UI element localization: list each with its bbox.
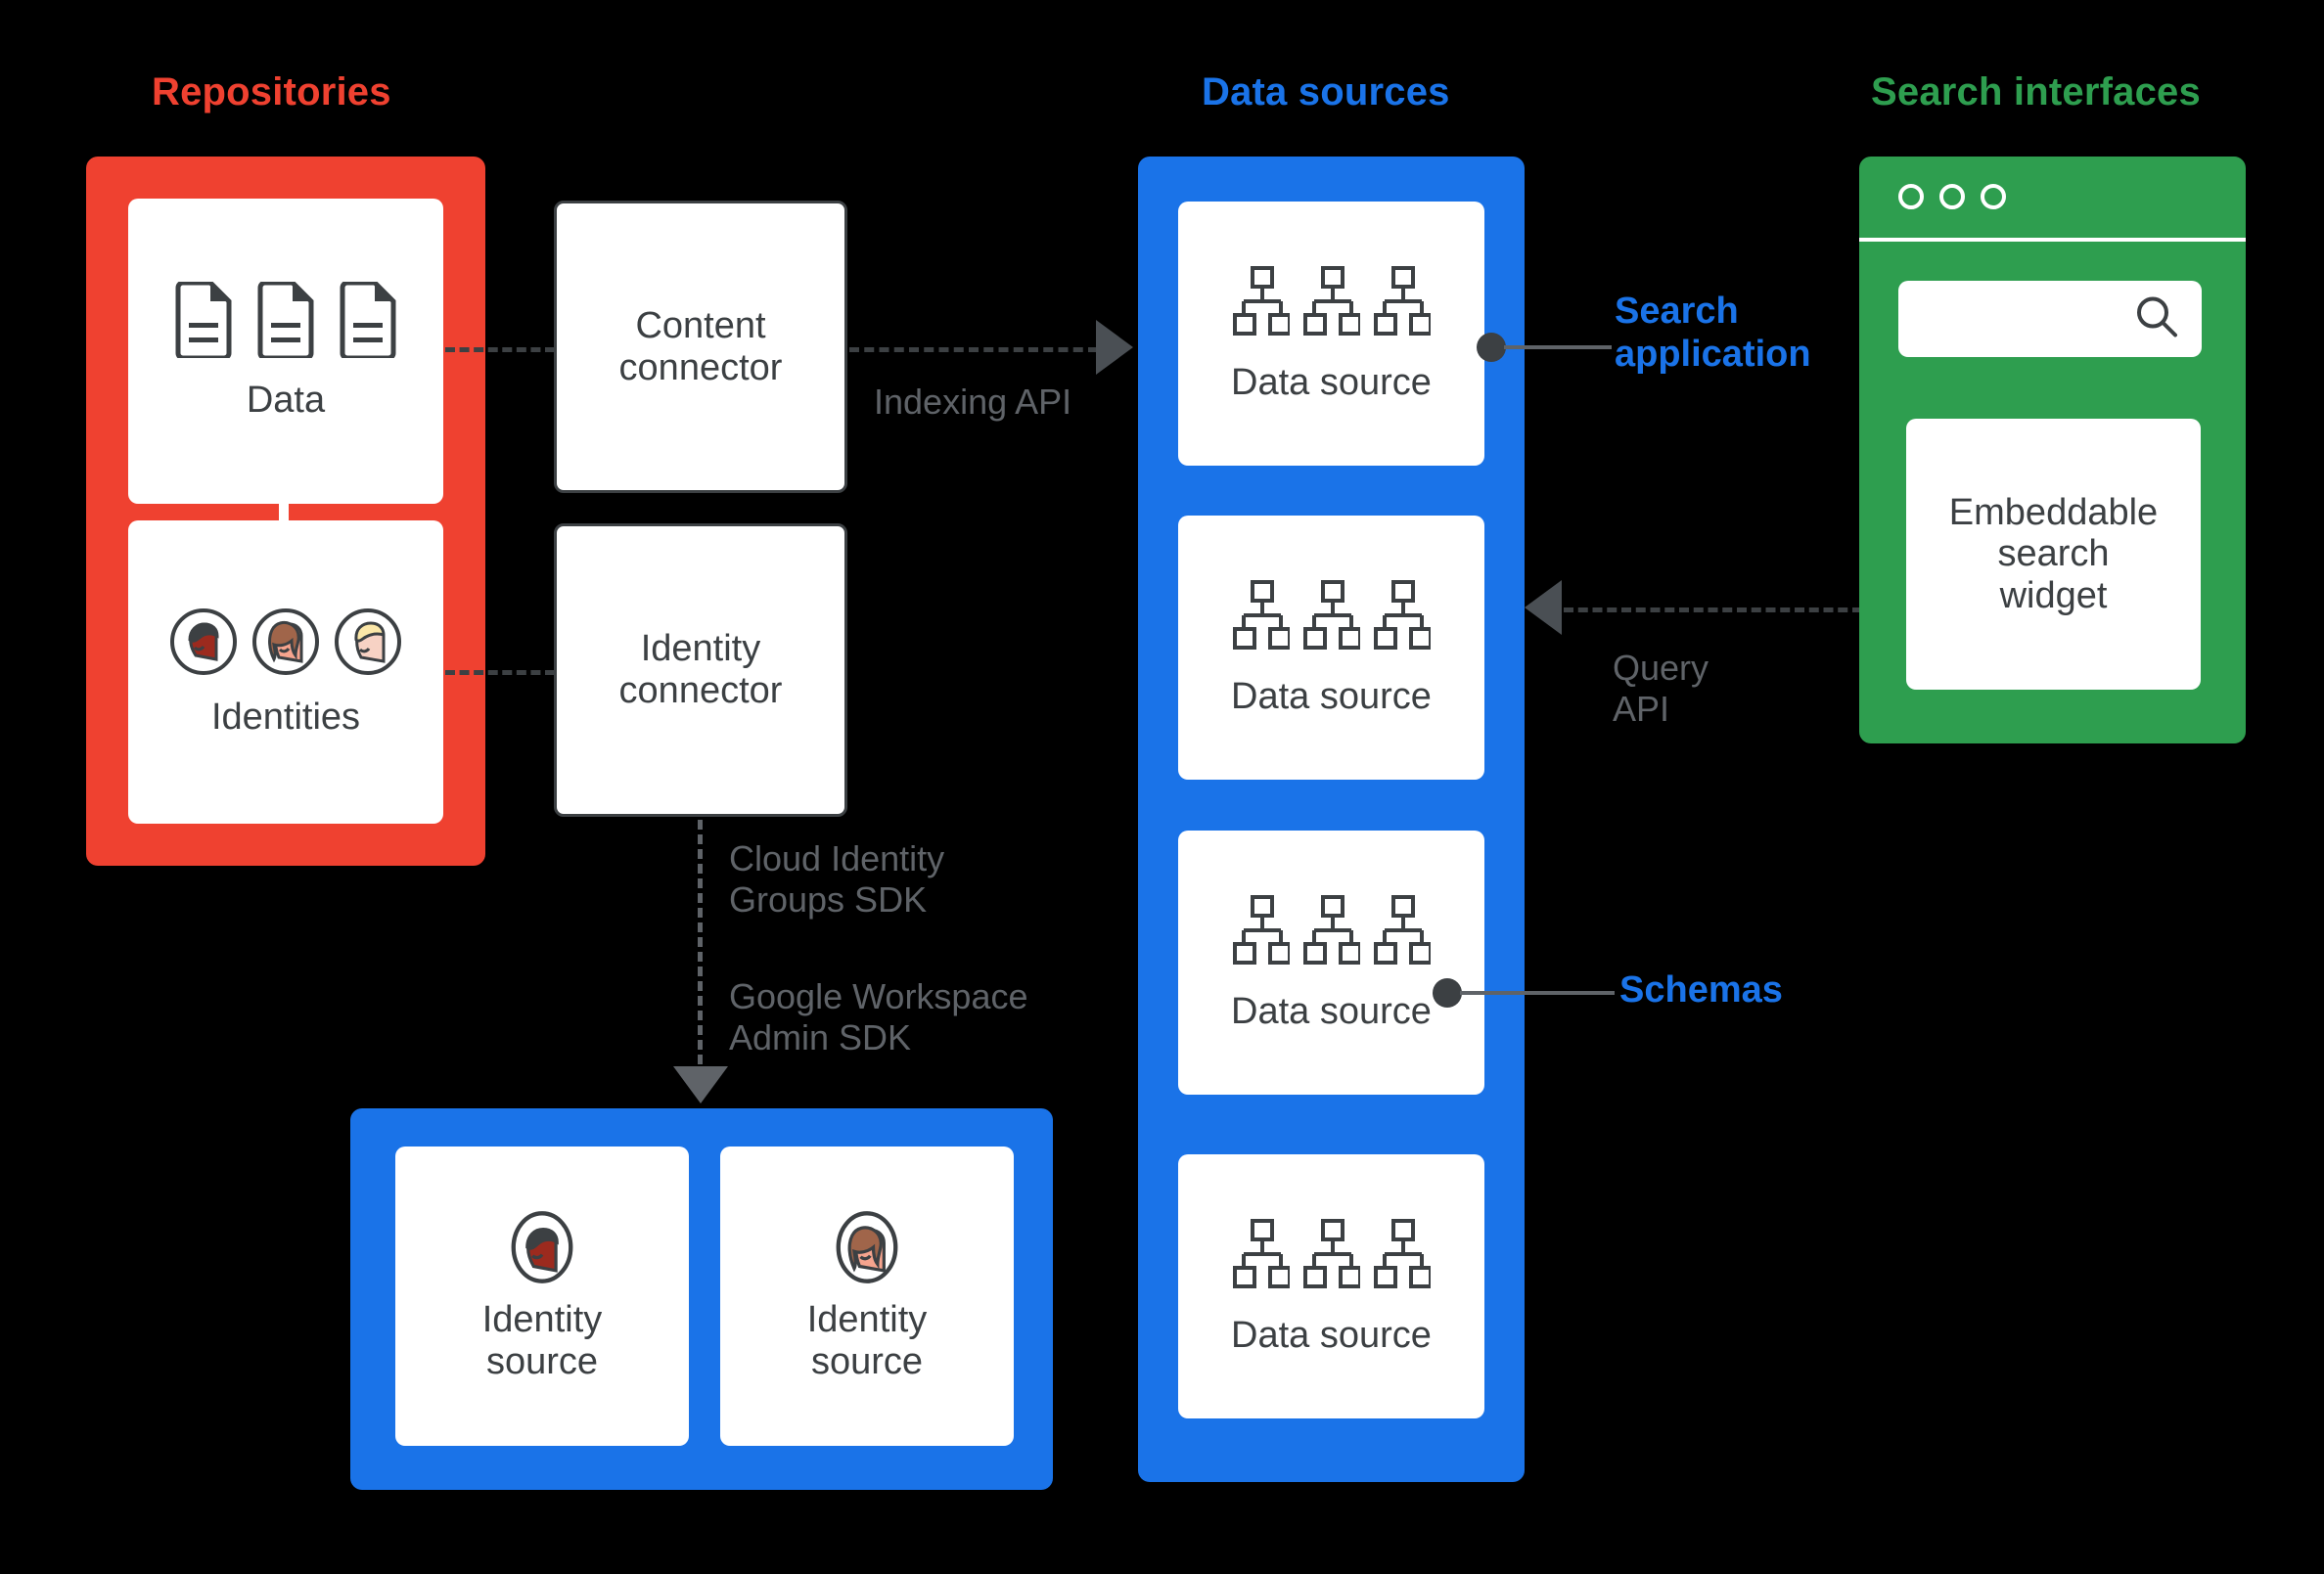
hierarchy-icon	[1302, 579, 1360, 650]
edge-label-workspace-admin-sdk: Google Workspace Admin SDK	[729, 976, 1028, 1058]
repository-card-data[interactable]: Data	[128, 199, 443, 504]
hierarchy-icon	[1302, 1218, 1360, 1288]
repository-card-label: Identities	[210, 696, 361, 738]
repository-card-identities[interactable]: Identities	[128, 520, 443, 824]
edge-identities-to-identity-connector	[445, 670, 555, 675]
edge-indexing-api-line	[849, 347, 1098, 352]
data-source-card[interactable]: Data source	[1178, 516, 1484, 780]
edge-identity-sdk-line	[698, 820, 703, 1094]
hierarchy-icon-group	[1232, 264, 1431, 340]
person-avatar-icon	[836, 1211, 898, 1284]
data-source-card[interactable]: Data source	[1178, 202, 1484, 466]
document-icon	[175, 281, 232, 358]
edge-data-to-content-connector	[445, 347, 555, 352]
hierarchy-icon	[1232, 265, 1290, 336]
identity-source-card[interactable]: Identity source	[720, 1147, 1014, 1446]
edge-indexing-api-arrowhead	[1096, 320, 1133, 375]
content-connector-label: Content connector	[618, 304, 783, 388]
edge-identity-sdk-arrowhead	[673, 1066, 728, 1103]
hierarchy-icon-group	[1232, 893, 1431, 969]
identity-connector-box[interactable]: Identity connector	[554, 523, 847, 817]
data-source-label: Data source	[1231, 990, 1432, 1032]
schemas-leader-line	[1460, 991, 1615, 995]
hierarchy-icon	[1232, 894, 1290, 965]
person-avatar-icon-group	[168, 607, 403, 677]
window-control-close-icon[interactable]	[1898, 184, 1924, 209]
hierarchy-icon	[1373, 894, 1431, 965]
person-avatar-icon	[335, 607, 401, 675]
window-control-maximize-icon[interactable]	[1981, 184, 2006, 209]
hierarchy-icon	[1232, 579, 1290, 650]
hierarchy-icon	[1302, 894, 1360, 965]
document-icon	[257, 281, 314, 358]
data-source-label: Data source	[1231, 675, 1432, 717]
content-connector-box[interactable]: Content connector	[554, 201, 847, 493]
hierarchy-icon	[1373, 265, 1431, 336]
identity-source-label: Identity source	[806, 1299, 928, 1382]
edge-label-cloud-identity-sdk: Cloud Identity Groups SDK	[729, 838, 945, 921]
hierarchy-icon	[1302, 265, 1360, 336]
embeddable-search-widget-card[interactable]: Embeddable search widget	[1906, 419, 2201, 690]
diagram-canvas: Repositories Data sources Search interfa…	[0, 0, 2324, 1574]
edge-label-query-api: Query API	[1613, 648, 1709, 730]
hierarchy-icon	[1232, 1218, 1290, 1288]
search-application-marker	[1477, 333, 1506, 362]
search-application-leader-line	[1504, 345, 1612, 349]
section-title-search-interfaces: Search interfaces	[1871, 70, 2201, 113]
document-icon	[340, 281, 396, 358]
hierarchy-icon-group	[1232, 578, 1431, 654]
section-title-repositories: Repositories	[152, 70, 391, 113]
data-source-label: Data source	[1231, 361, 1432, 403]
person-avatar-icon	[170, 607, 237, 675]
callout-schemas: Schemas	[1619, 969, 1783, 1011]
callout-search-application: Search application	[1615, 291, 1811, 375]
window-control-minimize-icon[interactable]	[1939, 184, 1965, 209]
data-source-card[interactable]: Data source	[1178, 831, 1484, 1095]
edge-query-api-arrowhead	[1525, 580, 1562, 635]
person-avatar-icon	[252, 607, 319, 675]
document-icon-group	[173, 281, 398, 358]
hierarchy-icon	[1373, 1218, 1431, 1288]
schemas-marker	[1433, 978, 1462, 1008]
hierarchy-icon-group	[1232, 1217, 1431, 1293]
identity-source-label: Identity source	[481, 1299, 603, 1382]
browser-chrome-divider	[1859, 238, 2246, 242]
data-source-label: Data source	[1231, 1314, 1432, 1356]
search-icon[interactable]	[2133, 293, 2180, 345]
search-input[interactable]	[1898, 281, 2202, 357]
identity-connector-label: Identity connector	[618, 628, 783, 711]
edge-label-indexing-api: Indexing API	[874, 382, 1072, 422]
embeddable-search-widget-label: Embeddable search widget	[1948, 491, 2159, 616]
data-source-card[interactable]: Data source	[1178, 1154, 1484, 1418]
identity-source-card[interactable]: Identity source	[395, 1147, 689, 1446]
edge-query-api-line	[1564, 607, 1862, 612]
section-title-data-sources: Data sources	[1202, 70, 1450, 113]
hierarchy-icon	[1373, 579, 1431, 650]
browser-window-controls[interactable]	[1898, 184, 2006, 209]
person-avatar-icon	[511, 1211, 573, 1284]
repository-card-label: Data	[246, 379, 326, 421]
